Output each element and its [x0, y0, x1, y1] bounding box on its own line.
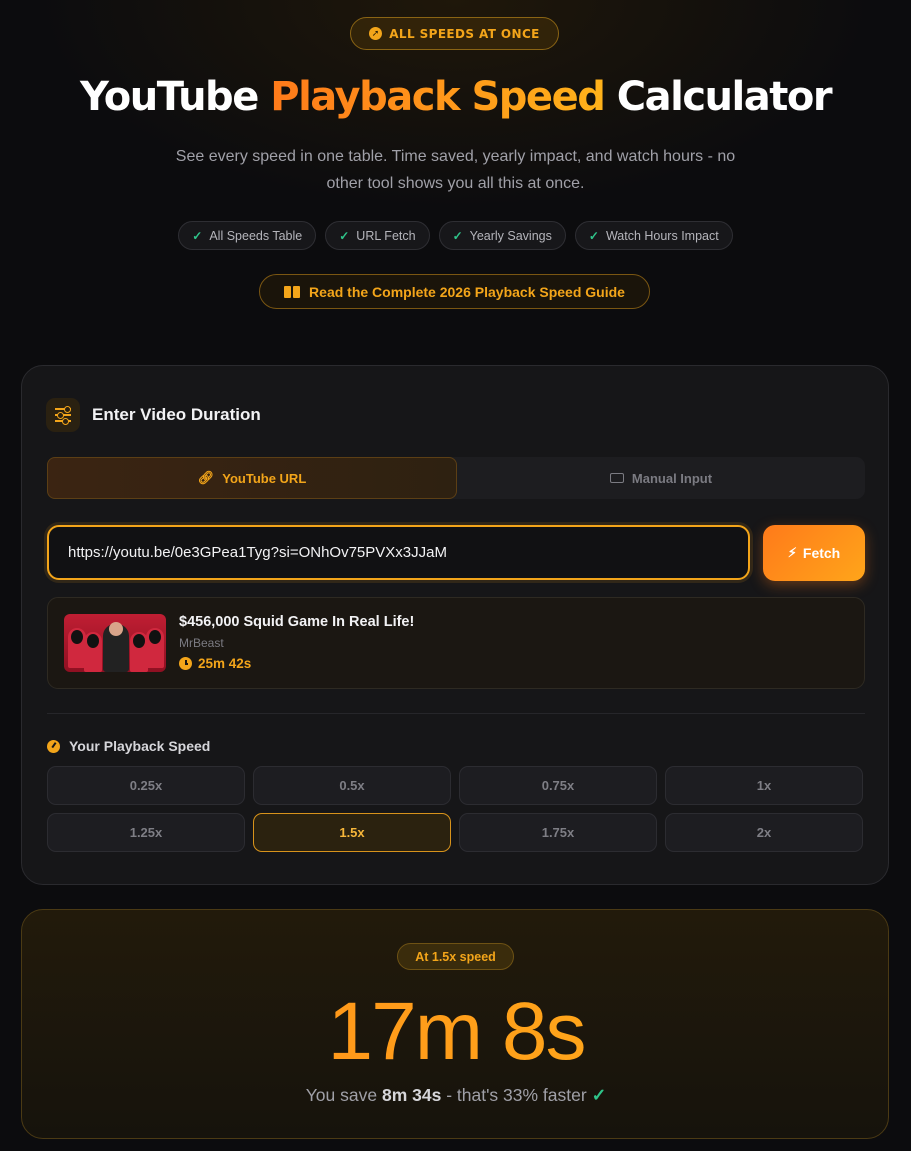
card-title: Enter Video Duration [92, 405, 261, 424]
result-card: At 1.5x speed 17m 8s You save 8m 34s - t… [21, 909, 889, 1139]
feature-label: Yearly Savings [469, 228, 552, 243]
title-part-playback-speed: Playback Speed [270, 74, 606, 120]
feature-pill: ✓ Yearly Savings [438, 221, 566, 250]
result-speed-badge: At 1.5x speed [397, 943, 514, 970]
keyboard-icon [609, 473, 624, 483]
speed-option-0.75x[interactable]: 0.75x [459, 766, 657, 805]
input-mode-tabs: 🔗︎ YouTube URL Manual Input [47, 457, 865, 499]
feature-pill: ✓ Watch Hours Impact [574, 221, 733, 250]
fetch-label: Fetch [802, 545, 841, 561]
duration-value: 25m 42s [198, 656, 252, 671]
tab-label: Manual Input [631, 470, 713, 486]
page-title: YouTube Playback Speed Calculator [0, 74, 911, 120]
feature-pill: ✓ URL Fetch [325, 221, 430, 250]
speed-option-0.25x[interactable]: 0.25x [47, 766, 245, 805]
tab-manual-input[interactable]: Manual Input [457, 457, 865, 499]
page-subtitle: See every speed in one table. Time saved… [175, 148, 736, 192]
speed-option-0.5x[interactable]: 0.5x [253, 766, 451, 805]
save-suffix: - that's 33% faster [446, 1085, 587, 1105]
fetch-button[interactable]: ⚡︎ Fetch [763, 525, 865, 581]
check-icon: ✓ [192, 228, 203, 243]
feature-label: All Speeds Table [209, 228, 303, 243]
speed-option-2x[interactable]: 2x [665, 813, 863, 852]
gauge-icon: ➚ [369, 27, 383, 40]
speed-option-1.25x[interactable]: 1.25x [47, 813, 245, 852]
title-part-youtube: YouTube [79, 74, 259, 120]
all-speeds-badge: ➚ ALL SPEEDS AT ONCE [350, 17, 559, 50]
duration-input-card: Enter Video Duration 🔗︎ YouTube URL Manu… [21, 365, 889, 885]
video-thumbnail [64, 614, 166, 672]
speed-option-1x[interactable]: 1x [665, 766, 863, 805]
link-icon: 🔗︎ [197, 470, 215, 485]
speed-section-label: Your Playback Speed [47, 738, 210, 754]
speed-options: 0.25x 0.5x 0.75x 1x 1.25x 1.5x 1.75x 2x [47, 766, 865, 852]
speedometer-icon [47, 739, 60, 753]
divider [47, 713, 865, 714]
save-prefix: You save [305, 1085, 378, 1105]
lightning-icon: ⚡︎ [787, 545, 797, 560]
card-header: Enter Video Duration [46, 398, 261, 432]
feature-pill: ✓ All Speeds Table [178, 221, 317, 250]
feature-label: URL Fetch [356, 228, 416, 243]
title-part-calculator: Calculator [616, 74, 833, 120]
result-savings: You save 8m 34s - that's 33% faster ✓ [22, 1085, 890, 1106]
video-channel: MrBeast [179, 636, 224, 650]
video-duration: 25m 42s [179, 656, 251, 671]
video-title: $456,000 Squid Game In Real Life! [179, 614, 415, 630]
guide-link-label: Read the Complete 2026 Playback Speed Gu… [309, 283, 625, 300]
video-info-card: $456,000 Squid Game In Real Life! MrBeas… [47, 597, 865, 689]
check-icon: ✓ [339, 228, 350, 243]
check-icon: ✓ [452, 228, 463, 243]
tab-label: YouTube URL [222, 470, 307, 486]
guide-link-button[interactable]: Read the Complete 2026 Playback Speed Gu… [259, 274, 650, 309]
speed-option-1.75x[interactable]: 1.75x [459, 813, 657, 852]
youtube-url-input[interactable] [47, 525, 750, 580]
check-icon: ✓ [588, 228, 599, 243]
feature-label: Watch Hours Impact [605, 228, 719, 243]
speed-label-text: Your Playback Speed [69, 738, 211, 754]
badge-label: ALL SPEEDS AT ONCE [389, 26, 540, 41]
feature-list: ✓ All Speeds Table ✓ URL Fetch ✓ Yearly … [0, 221, 911, 250]
speed-option-1.5x[interactable]: 1.5x [253, 813, 451, 852]
book-icon [284, 285, 301, 298]
check-icon: ✓ [591, 1085, 607, 1105]
tab-youtube-url[interactable]: 🔗︎ YouTube URL [47, 457, 457, 499]
result-time: 17m 8s [22, 982, 890, 1082]
save-amount: 8m 34s [381, 1085, 442, 1105]
sliders-icon [46, 398, 80, 432]
clock-icon [179, 657, 192, 670]
